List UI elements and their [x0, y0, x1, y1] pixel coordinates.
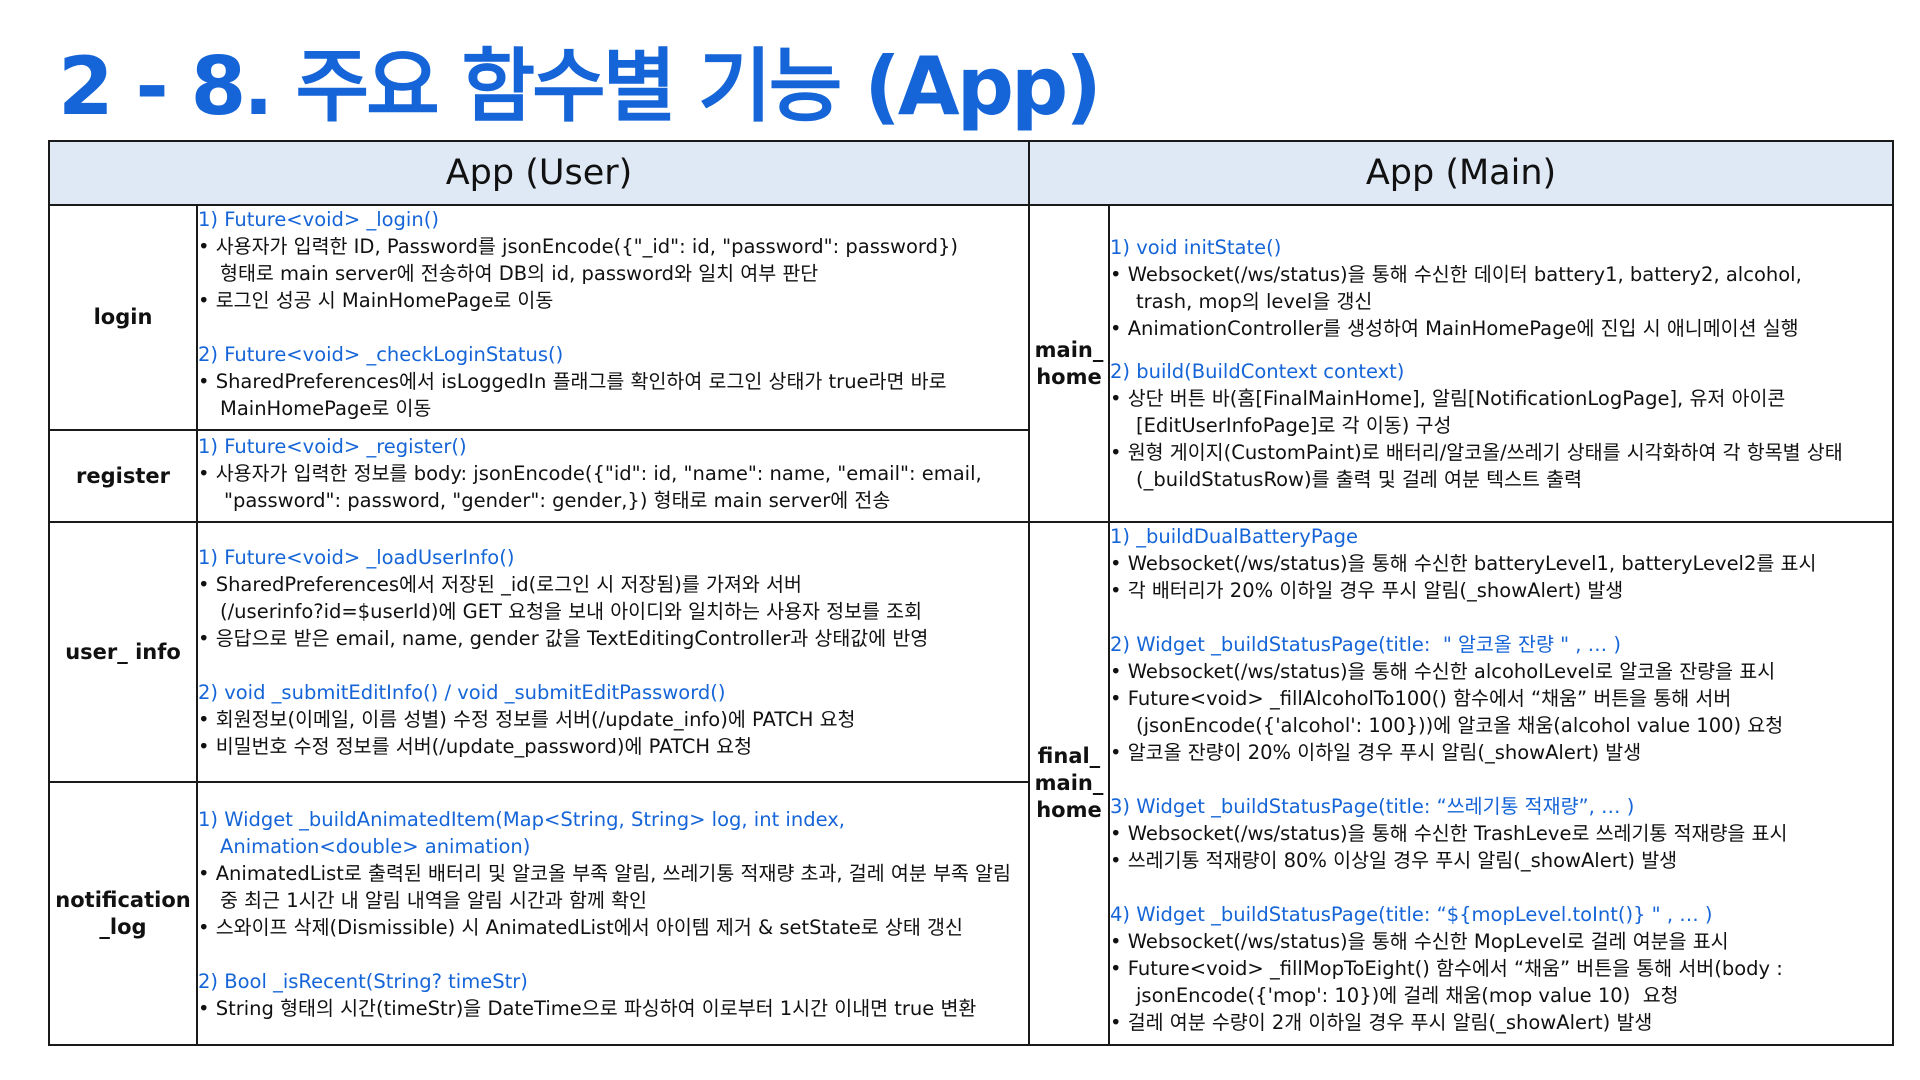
- bullet-continuation: (/userinfo?id=$userId)에 GET 요청을 보내 아이디와 …: [220, 600, 923, 623]
- bullet-text: • Future<void> _fillMopToEight() 함수에서 “채…: [1110, 957, 1783, 980]
- slide-title: 2 - 8. 주요 함수별 기능 (App): [58, 40, 1102, 133]
- bullet-continuation: trash, mop의 level을 갱신: [1136, 290, 1373, 313]
- bullet-continuation: jsonEncode({'mop': 10})에 걸레 채움(mop value…: [1136, 984, 1679, 1007]
- bullet-text: • AnimationController를 생성하여 MainHomePage…: [1110, 317, 1799, 340]
- bullet-text: • 스와이프 삭제(Dismissible) 시 AnimatedList에서 …: [198, 915, 963, 939]
- function-name: 2) Future<void> _checkLoginStatus(): [198, 343, 564, 366]
- bullet-text: • 비밀번호 수정 정보를 서버(/update_password)에 PATC…: [198, 735, 753, 758]
- label-line: _log: [99, 914, 147, 939]
- function-name: 2) Widget _buildStatusPage(title: " 알코올 …: [1110, 633, 1621, 656]
- bullet-text: • 로그인 성공 시 MainHomePage로 이동: [198, 289, 554, 312]
- bullet-text: • Websocket(/ws/status)을 통해 수신한 데이터 batt…: [1110, 263, 1802, 286]
- function-name: 1) Future<void> _register(): [198, 435, 467, 458]
- function-name: 1) Future<void> _login(): [198, 208, 439, 231]
- bullet-continuation: MainHomePage로 이동: [220, 397, 432, 420]
- notification-log-label: notification _log: [48, 781, 198, 1046]
- label-line: main_: [1034, 337, 1104, 362]
- function-name: 3) Widget _buildStatusPage(title: “쓰레기통 …: [1110, 795, 1635, 818]
- bullet-text: • Websocket(/ws/status)을 통해 수신한 batteryL…: [1110, 552, 1817, 575]
- label-line: main_: [1034, 771, 1104, 795]
- function-name: 1) Widget _buildAnimatedItem(Map<String,…: [198, 807, 845, 831]
- label-line: final_: [1037, 744, 1101, 768]
- app-main-header: App (Main): [1028, 140, 1894, 206]
- bullet-continuation: (jsonEncode({'alcohol': 100}))에 알코올 채움(a…: [1136, 714, 1784, 737]
- bullet-text: • 사용자가 입력한 ID, Password를 jsonEncode({"_i…: [198, 235, 958, 258]
- bullet-continuation: "password": password, "gender": gender,}…: [224, 489, 891, 512]
- function-name: 1) void initState(): [1110, 236, 1282, 259]
- user-info-content: 1) Future<void> _loadUserInfo() • Shared…: [196, 521, 1030, 783]
- bullet-text: • 원형 게이지(CustomPaint)로 배터리/알코올/쓰레기 상태를 시…: [1110, 441, 1843, 464]
- login-label: login: [48, 204, 198, 431]
- bullet-continuation: 형태로 main server에 전송하여 DB의 id, password와 …: [220, 262, 819, 285]
- bullet-text: • 각 배터리가 20% 이하일 경우 푸시 알림(_showAlert) 발생: [1110, 579, 1624, 602]
- main-home-label: main_ home: [1028, 204, 1110, 523]
- function-name: 1) Future<void> _loadUserInfo(): [198, 546, 515, 569]
- bullet-text: • 사용자가 입력한 정보를 body: jsonEncode({"id": i…: [198, 462, 982, 485]
- register-content: 1) Future<void> _register() • 사용자가 입력한 정…: [196, 429, 1030, 523]
- register-label: register: [48, 429, 198, 523]
- bullet-text: • 회원정보(이메일, 이름 성별) 수정 정보를 서버(/update_inf…: [198, 708, 856, 731]
- bullet-continuation: 중 최근 1시간 내 알림 내역을 알림 시간과 함께 확인: [220, 888, 647, 912]
- label-line: home: [1036, 798, 1102, 822]
- bullet-text: • String 형태의 시간(timeStr)을 DateTime으로 파싱하…: [198, 996, 977, 1020]
- bullet-text: • SharedPreferences에서 저장된 _id(로그인 시 저장됨)…: [198, 573, 802, 596]
- main-home-content: 1) void initState() • Websocket(/ws/stat…: [1108, 204, 1894, 523]
- bullet-text: • 걸레 여분 수량이 2개 이하일 경우 푸시 알림(_showAlert) …: [1110, 1011, 1653, 1034]
- function-name: 2) Bool _isRecent(String? timeStr): [198, 969, 528, 993]
- bullet-text: • 상단 버튼 바(홈[FinalMainHome], 알림[Notificat…: [1110, 387, 1786, 410]
- bullet-text: • Websocket(/ws/status)을 통해 수신한 alcoholL…: [1110, 660, 1776, 683]
- bullet-text: • Websocket(/ws/status)을 통해 수신한 MopLevel…: [1110, 930, 1729, 953]
- bullet-text: • Websocket(/ws/status)을 통해 수신한 TrashLev…: [1110, 822, 1788, 845]
- login-content: 1) Future<void> _login() • 사용자가 입력한 ID, …: [196, 204, 1030, 431]
- bullet-text: • 응답으로 받은 email, name, gender 값을 TextEdi…: [198, 627, 929, 650]
- bullet-continuation: [EditUserInfoPage]로 각 이동) 구성: [1136, 414, 1452, 437]
- user-info-label: user_ info: [48, 521, 198, 783]
- bullet-continuation: (_buildStatusRow)를 출력 및 걸레 여분 텍스트 출력: [1136, 468, 1583, 491]
- bullet-text: • 알코올 잔량이 20% 이하일 경우 푸시 알림(_showAlert) 발…: [1110, 741, 1642, 764]
- bullet-text: • SharedPreferences에서 isLoggedIn 플래그를 확인…: [198, 370, 947, 393]
- label-line: home: [1036, 364, 1102, 389]
- final-main-home-label: final_ main_ home: [1028, 521, 1110, 1046]
- function-name: 4) Widget _buildStatusPage(title: “${mop…: [1110, 903, 1713, 926]
- bullet-text: • 쓰레기통 적재량이 80% 이상일 경우 푸시 알림(_showAlert)…: [1110, 849, 1678, 872]
- app-user-header: App (User): [48, 140, 1030, 206]
- bullet-text: • Future<void> _fillAlcoholTo100() 함수에서 …: [1110, 687, 1732, 710]
- function-name: 2) void _submitEditInfo() / void _submit…: [198, 681, 726, 704]
- function-name: 1) _buildDualBatteryPage: [1110, 525, 1359, 548]
- function-name: 2) build(BuildContext context): [1110, 360, 1405, 383]
- notification-log-content: 1) Widget _buildAnimatedItem(Map<String,…: [196, 781, 1030, 1046]
- label-line: notification: [55, 887, 191, 912]
- bullet-text: • AnimatedList로 출력된 배터리 및 알코올 부족 알림, 쓰레기…: [198, 861, 1011, 885]
- final-main-home-content: 1) _buildDualBatteryPage • Websocket(/ws…: [1108, 521, 1894, 1046]
- function-name-continuation: Animation<double> animation): [220, 834, 531, 858]
- function-table: App (User) App (Main) login 1) Future<vo…: [48, 140, 1894, 1046]
